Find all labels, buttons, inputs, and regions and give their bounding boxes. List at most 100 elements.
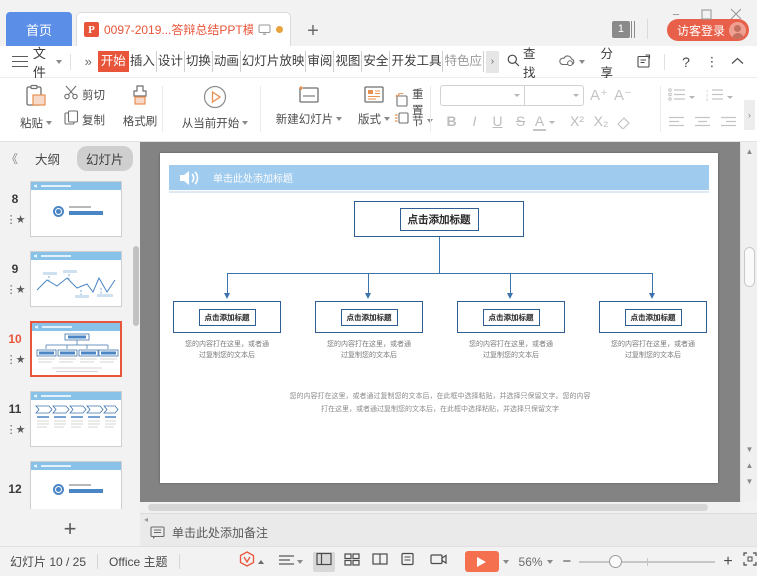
notes-resize-grip[interactable]: ◂ — [144, 515, 148, 524]
slide-thumbnail-item[interactable]: 8 ⋮★ — [0, 174, 140, 244]
align-left-button[interactable] — [668, 114, 685, 132]
tab-home[interactable]: 首页 — [6, 12, 72, 46]
tab-slides[interactable]: 幻灯片 — [77, 145, 133, 171]
ribbon-tab-security[interactable]: 安全 — [362, 51, 391, 72]
add-slide-button[interactable]: + — [0, 512, 140, 546]
section-button[interactable]: 节 — [394, 111, 433, 130]
navigator-scrollbar-thumb[interactable] — [133, 246, 139, 326]
align-center-button[interactable] — [694, 114, 711, 132]
slide-thumbnail-item[interactable]: 10 ⋮★ — [0, 314, 140, 384]
slide-body-paragraph[interactable]: 您的内容打在这里，或者通过复制您的文本后，在此框中选择粘贴，并选择只保留文字。您… — [220, 390, 660, 416]
start-slideshow-control[interactable] — [464, 551, 509, 572]
ribbon-tab-home[interactable]: 开始 — [97, 51, 129, 72]
view-presenter-button[interactable] — [428, 552, 450, 572]
new-tab-button[interactable]: + — [300, 18, 326, 44]
zoom-in-button[interactable]: + — [723, 553, 732, 571]
more-options-button[interactable]: ⋮ — [699, 55, 725, 68]
ribbon-tabs-next-button[interactable]: › — [485, 50, 499, 73]
slide-thumbnail-preview[interactable] — [30, 461, 122, 509]
clear-format-button[interactable] — [616, 115, 631, 134]
animation-star-icon[interactable]: ⋮★ — [6, 423, 26, 436]
layout-button[interactable]: 版式 — [352, 84, 396, 127]
find-button[interactable]: 查找 — [499, 43, 551, 81]
ribbon-tab-transition[interactable]: 切换 — [185, 51, 213, 72]
scroll-up-icon[interactable]: ▲ — [741, 144, 757, 158]
slide-thumbnail-preview[interactable] — [30, 181, 122, 237]
numbered-list-button[interactable]: 123 — [706, 88, 733, 106]
ribbon-tab-view[interactable]: 视图 — [334, 51, 363, 72]
view-notes-page-button[interactable] — [397, 552, 419, 572]
slide-thumbnail-item[interactable]: 12 — [0, 454, 140, 509]
diagram-leaf-node-4[interactable]: 点击添加标题 — [599, 301, 707, 333]
close-button[interactable] — [721, 2, 751, 26]
speaker-notes-pane[interactable]: ◂ 单击此处添加备注 — [140, 513, 757, 546]
strikethrough-button[interactable]: S — [511, 113, 530, 129]
zoom-slider[interactable] — [579, 554, 716, 569]
underline-button[interactable]: U — [488, 113, 507, 129]
stage-hscroll-thumb[interactable] — [148, 504, 708, 511]
slide-thumbnail-list[interactable]: 8 ⋮★ 9 ⋮★ 10 ⋮★ 11 ⋮★ 12 — [0, 174, 140, 509]
next-slide-icon[interactable]: ▼ — [741, 474, 757, 488]
collab-button[interactable] — [630, 54, 656, 69]
ribbon-tab-featured[interactable]: 特色应 — [443, 51, 484, 72]
diagram-leaf-node-1[interactable]: 点击添加标题 — [173, 301, 281, 333]
ribbon-tab-design[interactable]: 设计 — [157, 51, 185, 72]
stage-vertical-scrollbar[interactable]: ▲ ▼ ▲ ▼ — [740, 142, 757, 502]
notes-placeholder-row[interactable]: 单击此处添加备注 — [150, 524, 268, 541]
font-color-button[interactable]: A — [533, 113, 555, 131]
shrink-font-button[interactable]: A⁻ — [614, 86, 632, 104]
fit-to-window-button[interactable] — [743, 552, 757, 571]
view-normal-button[interactable] — [312, 551, 335, 572]
bullet-list-button[interactable] — [668, 88, 695, 106]
chevron-down-icon[interactable] — [502, 559, 509, 564]
ribbon-tab-animation[interactable]: 动画 — [213, 51, 241, 72]
help-button[interactable]: ? — [673, 54, 699, 70]
overflow-chevron-icon[interactable]: » — [85, 54, 92, 69]
slide-thumbnail-preview[interactable] — [30, 251, 122, 307]
new-slide-button[interactable]: 新建幻灯片 — [268, 84, 350, 127]
ribbon-tab-insert[interactable]: 插入 — [129, 51, 157, 72]
file-menu-button[interactable]: 文件 — [33, 43, 62, 81]
font-size-select[interactable] — [525, 86, 583, 105]
cut-button[interactable]: 剪切 — [64, 85, 105, 105]
animation-star-icon[interactable]: ⋮★ — [6, 283, 26, 296]
monitor-icon[interactable] — [258, 24, 271, 36]
superscript-button[interactable]: X² — [566, 113, 588, 129]
zoom-value-label[interactable]: 56% — [519, 555, 543, 569]
ribbon-tab-slideshow[interactable]: 幻灯片放映 — [241, 51, 307, 72]
copy-button[interactable]: 复制 — [64, 110, 105, 130]
font-family-select[interactable] — [441, 86, 525, 105]
bold-button[interactable]: B — [442, 113, 461, 129]
align-right-button[interactable] — [720, 114, 737, 132]
paste-button[interactable]: 粘贴 — [14, 84, 58, 131]
animation-star-icon[interactable]: ⋮★ — [6, 353, 26, 366]
slide-count-label[interactable]: 幻灯片 10 / 25 — [10, 553, 86, 570]
stage-vscroll-thumb[interactable] — [744, 247, 755, 287]
text-align-tool-button[interactable] — [278, 553, 303, 571]
grow-font-button[interactable]: A⁺ — [590, 86, 608, 104]
slide-thumbnail-item[interactable]: 11 ⋮★ — [0, 384, 140, 454]
share-button[interactable]: 分享 — [593, 43, 631, 81]
document-count-badge[interactable]: 1 — [611, 20, 637, 39]
play-button[interactable] — [464, 551, 499, 572]
hamburger-icon[interactable] — [12, 55, 28, 68]
ribbon-expand-button[interactable]: › — [744, 100, 755, 130]
slide-title-placeholder[interactable]: 单击此处添加标题 — [169, 165, 709, 190]
theme-label[interactable]: Office 主题 — [109, 553, 167, 570]
chevron-down-icon[interactable] — [546, 559, 553, 564]
previous-slide-icon[interactable]: ▼ — [741, 442, 757, 456]
collapse-panel-button[interactable]: 《 — [6, 150, 18, 167]
ribbon-tab-devtools[interactable]: 开发工具 — [390, 51, 444, 72]
ribbon-tab-review[interactable]: 审阅 — [306, 51, 335, 72]
view-slide-sorter-button[interactable] — [341, 552, 363, 572]
tab-document[interactable]: P 0097-2019...答辩总结PPT模板 — [76, 12, 291, 46]
scroll-page-up-icon[interactable]: ▲ — [741, 458, 757, 472]
cloud-sync-button[interactable] — [551, 54, 593, 70]
italic-button[interactable]: I — [465, 113, 484, 129]
slide-thumbnail-preview-current[interactable] — [30, 321, 122, 377]
format-painter-button[interactable]: 格式刷 — [118, 84, 162, 129]
slide-thumbnail-item[interactable]: 9 ⋮★ — [0, 244, 140, 314]
tab-outline[interactable]: 大纲 — [26, 146, 69, 171]
diagram-root-node[interactable]: 点击添加标题 — [354, 201, 524, 237]
stage-horizontal-scrollbar[interactable] — [140, 502, 740, 513]
